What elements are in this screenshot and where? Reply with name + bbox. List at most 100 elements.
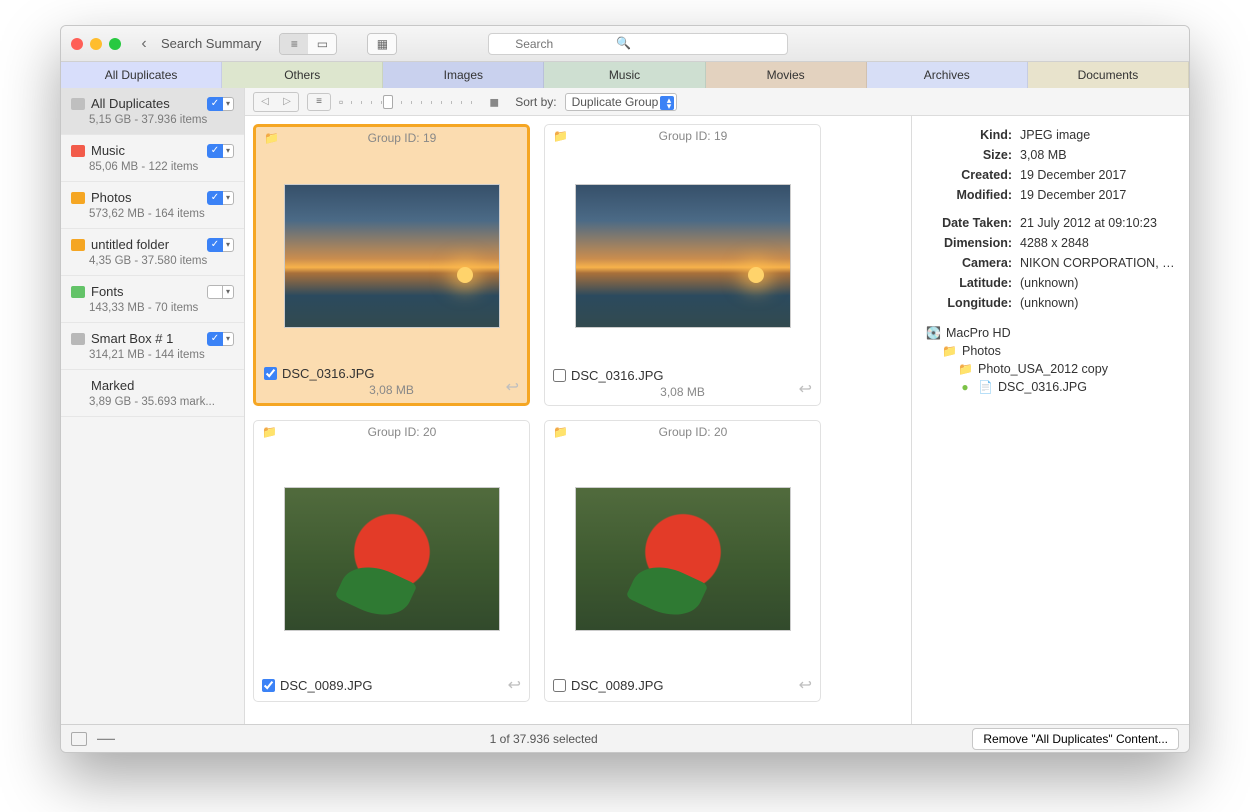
path-row[interactable]: 📁Photos	[926, 342, 1175, 360]
back-label[interactable]: Search Summary	[161, 36, 261, 51]
path-row[interactable]: ●📄DSC_0316.JPG	[926, 378, 1175, 396]
tab-music[interactable]: Music	[544, 62, 705, 88]
sidebar-item-label: Smart Box # 1	[91, 331, 173, 346]
sidebar-check[interactable]: ✓ ▾	[207, 97, 234, 111]
nav-next-icon[interactable]: ▷	[276, 93, 298, 111]
view-mode-segmented[interactable]: ≡ ▭	[279, 33, 337, 55]
sidebar-item-sub: 314,21 MB - 144 items	[71, 349, 234, 361]
mark-checkbox[interactable]	[553, 369, 566, 382]
tab-images[interactable]: Images	[383, 62, 544, 88]
folder-icon	[71, 98, 85, 110]
group-label: Group ID: 20	[574, 425, 812, 439]
folder-icon: 📁	[958, 362, 972, 376]
duplicate-card[interactable]: 📁 Group ID: 20 DSC_0089.JPG ↩	[544, 420, 821, 702]
chevron-down-icon[interactable]: ▾	[223, 144, 234, 158]
thumbnail-size-slider[interactable]	[351, 94, 481, 110]
minimize-icon[interactable]	[90, 38, 102, 50]
column-view-icon[interactable]: ▭	[308, 34, 336, 54]
close-icon[interactable]	[71, 38, 83, 50]
sidebar-item[interactable]: Photos ✓ ▾ 573,62 MB - 164 items	[61, 182, 244, 229]
sidebar-check[interactable]: ▾	[207, 285, 234, 299]
search-input[interactable]	[488, 33, 788, 55]
thumbnail[interactable]	[545, 443, 820, 674]
sidebar-item-sub: 85,06 MB - 122 items	[71, 161, 234, 173]
sidebar-item[interactable]: Music ✓ ▾ 85,06 MB - 122 items	[61, 135, 244, 182]
mark-checkbox[interactable]	[264, 367, 277, 380]
sidebar: All Duplicates ✓ ▾ 5,15 GB - 37.936 item…	[61, 88, 245, 724]
sidebar-item[interactable]: untitled folder ✓ ▾ 4,35 GB - 37.580 ite…	[61, 229, 244, 276]
mark-checkbox[interactable]	[553, 679, 566, 692]
tab-others[interactable]: Others	[222, 62, 383, 88]
path-label: Photo_USA_2012 copy	[978, 362, 1108, 376]
remove-button[interactable]: Remove "All Duplicates" Content...	[972, 728, 1179, 750]
path-row[interactable]: 💽MacPro HD	[926, 324, 1175, 342]
status-selection: 1 of 37.936 selected	[115, 732, 972, 746]
sidebar-item-label: Music	[91, 143, 125, 158]
undo-icon[interactable]: ↩	[799, 379, 812, 399]
checkbox-icon[interactable]: ✓	[207, 332, 223, 346]
tab-movies[interactable]: Movies	[706, 62, 867, 88]
back-chevron-icon[interactable]: ‹	[135, 35, 153, 53]
checkbox-icon[interactable]: ✓	[207, 97, 223, 111]
kv-size-v: 3,08 MB	[1020, 148, 1175, 162]
sidebar-item[interactable]: All Duplicates ✓ ▾ 5,15 GB - 37.936 item…	[61, 88, 244, 135]
thumbnail[interactable]	[254, 443, 529, 674]
status-minus-icon[interactable]: —	[97, 728, 115, 749]
kv-taken-v: 21 July 2012 at 09:10:23	[1020, 216, 1175, 230]
duplicate-card[interactable]: 📁 Group ID: 20 DSC_0089.JPG ↩	[253, 420, 530, 702]
undo-icon[interactable]: ↩	[799, 675, 812, 695]
duplicate-card[interactable]: 📁 Group ID: 19 DSC_0316.JPG 3,08 MB ↩	[544, 124, 821, 406]
chevron-down-icon[interactable]: ▾	[223, 191, 234, 205]
mark-checkbox[interactable]	[262, 679, 275, 692]
sort-select[interactable]: Duplicate Group ▴▾	[565, 93, 678, 111]
dot-icon: ●	[958, 380, 972, 394]
file-name: DSC_0316.JPG	[571, 368, 664, 383]
checkbox-icon[interactable]: ✓	[207, 144, 223, 158]
undo-icon[interactable]: ↩	[506, 377, 519, 397]
sidebar-item[interactable]: Marked 3,89 GB - 35.693 mark...	[61, 370, 244, 417]
sidebar-item[interactable]: Fonts ▾ 143,33 MB - 70 items	[61, 276, 244, 323]
checkbox-icon[interactable]: ✓	[207, 238, 223, 252]
kv-dim-k: Dimension:	[926, 236, 1012, 250]
chevron-down-icon[interactable]: ▾	[223, 332, 234, 346]
folder-icon	[71, 145, 85, 157]
tab-archives[interactable]: Archives	[867, 62, 1028, 88]
search-icon: 🔍	[616, 36, 631, 50]
checkbox-icon[interactable]	[207, 285, 223, 299]
sidebar-check[interactable]: ✓ ▾	[207, 191, 234, 205]
chevron-down-icon[interactable]: ▾	[223, 238, 234, 252]
sidebar-item-label: untitled folder	[91, 237, 169, 252]
tab-all-duplicates[interactable]: All Duplicates	[61, 62, 222, 88]
thumb-large-icon: ◼	[489, 95, 499, 109]
file-name: DSC_0089.JPG	[571, 678, 664, 693]
disk-icon: 💽	[926, 326, 940, 340]
kv-taken-k: Date Taken:	[926, 216, 1012, 230]
sidebar-item-sub: 5,15 GB - 37.936 items	[71, 114, 234, 126]
list-toggle-icon[interactable]: ≡	[307, 93, 331, 111]
path-row[interactable]: 📁 Photo_USA_2012 copy	[926, 360, 1175, 378]
checkbox-icon[interactable]: ✓	[207, 191, 223, 205]
list-view-icon[interactable]: ≡	[280, 34, 308, 54]
duplicate-card[interactable]: 📁 Group ID: 19 DSC_0316.JPG 3,08 MB ↩	[253, 124, 530, 406]
grid-view-icon[interactable]: ▦	[368, 34, 396, 54]
thumbnail[interactable]	[545, 147, 820, 364]
undo-icon[interactable]: ↩	[508, 675, 521, 695]
chevron-down-icon[interactable]: ▾	[223, 285, 234, 299]
status-box-icon[interactable]	[71, 732, 87, 746]
file-icon: 📄	[978, 380, 992, 394]
sidebar-item[interactable]: Smart Box # 1 ✓ ▾ 314,21 MB - 144 items	[61, 323, 244, 370]
nav-arrows[interactable]: ◁ ▷	[253, 92, 299, 112]
sidebar-check[interactable]: ✓ ▾	[207, 238, 234, 252]
kv-created-k: Created:	[926, 168, 1012, 182]
folder-icon	[71, 286, 85, 298]
nav-prev-icon[interactable]: ◁	[254, 93, 276, 111]
tab-documents[interactable]: Documents	[1028, 62, 1189, 88]
maximize-icon[interactable]	[109, 38, 121, 50]
layout-segmented[interactable]: ▦	[367, 33, 397, 55]
chevron-down-icon[interactable]: ▾	[223, 97, 234, 111]
sort-label: Sort by:	[515, 95, 556, 109]
thumbnail[interactable]	[256, 149, 527, 362]
sidebar-item-sub: 4,35 GB - 37.580 items	[71, 255, 234, 267]
sidebar-check[interactable]: ✓ ▾	[207, 332, 234, 346]
sidebar-check[interactable]: ✓ ▾	[207, 144, 234, 158]
